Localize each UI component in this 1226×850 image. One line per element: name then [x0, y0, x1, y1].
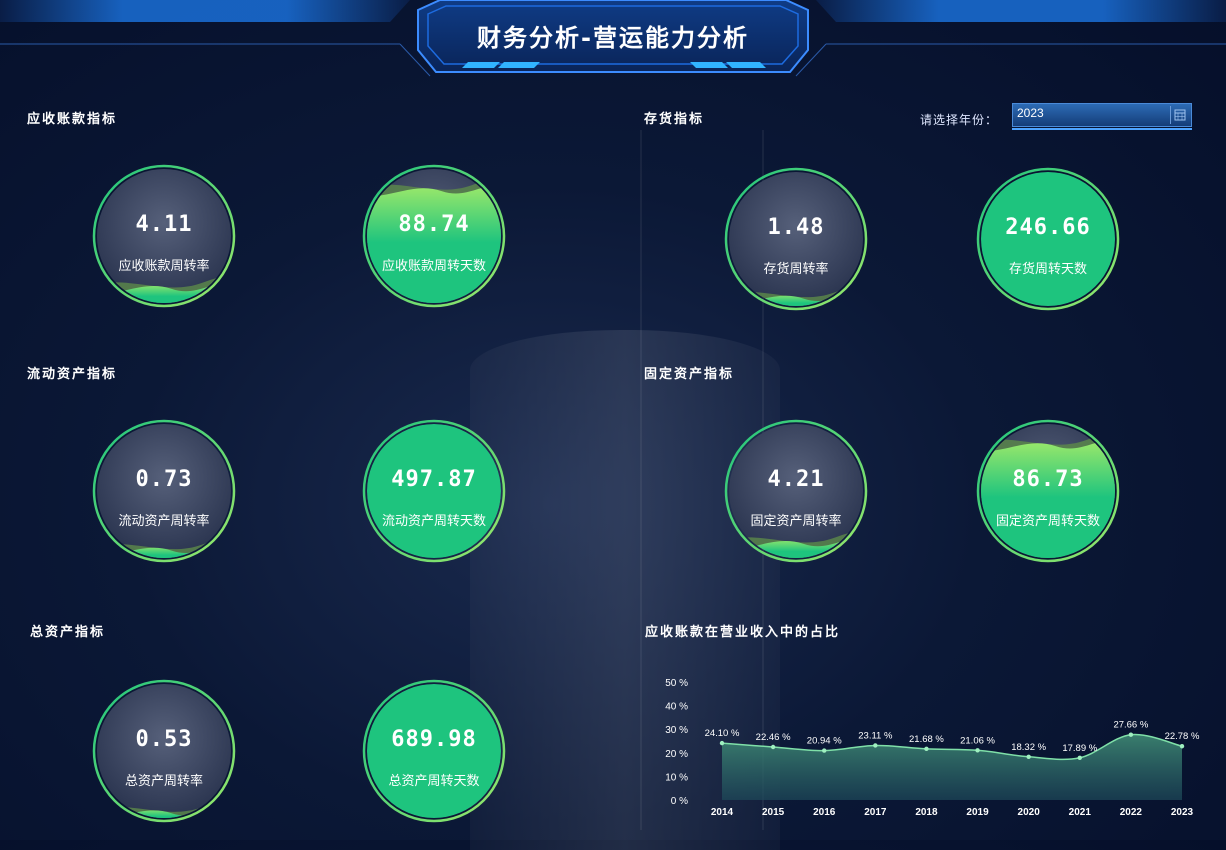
data-point — [975, 748, 980, 753]
x-tick-label: 2016 — [813, 807, 836, 818]
data-label: 24.10 % — [705, 728, 740, 739]
section-title-inventory: 存货指标 — [644, 112, 705, 127]
gauge-label: 固定资产周转率 — [750, 514, 842, 529]
y-tick-label: 0 % — [671, 796, 688, 807]
data-point — [873, 743, 878, 748]
data-point — [719, 740, 725, 746]
data-point — [1026, 754, 1031, 759]
section-title-receivables: 应收账款指标 — [27, 112, 118, 127]
x-tick-label: 2015 — [762, 807, 785, 818]
gauge-value: 86.73 — [1012, 467, 1084, 492]
data-label: 18.32 % — [1011, 742, 1046, 753]
gauge-value: 0.73 — [135, 467, 193, 492]
data-label: 21.68 % — [909, 734, 944, 745]
x-tick-label: 2020 — [1018, 807, 1041, 818]
gauge-current-assets-turnover-rate: 0.73 流动资产周转率 — [88, 415, 240, 567]
x-tick-label: 2018 — [915, 807, 938, 818]
data-point — [924, 746, 929, 752]
year-select-label: 请选择年份： — [920, 113, 999, 127]
gauge-label: 应收账款周转率 — [118, 259, 210, 274]
x-tick-label: 2017 — [864, 807, 887, 818]
x-tick-label: 2022 — [1120, 807, 1143, 818]
data-label: 20.94 % — [807, 736, 842, 747]
gauge-label: 流动资产周转天数 — [381, 514, 486, 529]
gauge-fixed-assets-turnover-rate: 4.21 固定资产周转率 — [720, 415, 872, 567]
gauge-value: 0.53 — [135, 727, 193, 752]
receivables-ratio-chart: 0 % 10 % 20 % 30 % 40 % 50 % 24.10 % 2014 22.46 … — [660, 670, 1220, 830]
section-title-fixed-assets: 固定资产指标 — [644, 367, 735, 382]
data-label: 21.06 % — [960, 735, 995, 746]
data-label: 17.89 % — [1062, 743, 1097, 754]
gauge-label: 流动资产周转率 — [118, 514, 210, 529]
y-tick-label: 40 % — [665, 702, 688, 713]
x-tick-label: 2023 — [1171, 807, 1194, 818]
gauge-value: 88.74 — [398, 212, 470, 237]
year-select-input[interactable]: 2023 — [1012, 103, 1192, 127]
gauge-label: 存货周转天数 — [1008, 262, 1087, 277]
x-tick-label: 2021 — [1069, 807, 1092, 818]
gauge-label: 存货周转率 — [763, 262, 829, 277]
page-title: 财务分析-营运能力分析 — [477, 24, 749, 52]
y-tick-label: 10 % — [665, 772, 688, 783]
gauge-value: 1.48 — [767, 215, 825, 240]
year-select-underline — [1012, 128, 1192, 130]
gauge-label: 总资产周转天数 — [388, 774, 480, 789]
gauge-inventory-turnover-rate: 1.48 存货周转率 — [720, 163, 872, 315]
gauge-label: 总资产周转率 — [124, 774, 203, 789]
gauge-receivable-turnover-days: 88.74 应收账款周转天数 — [358, 160, 510, 312]
section-title-current-assets: 流动资产指标 — [27, 367, 118, 382]
gauge-value: 4.21 — [767, 467, 825, 492]
y-tick-label: 50 % — [665, 678, 688, 689]
y-tick-label: 30 % — [665, 725, 688, 736]
data-point — [822, 748, 827, 753]
gauge-value: 4.11 — [135, 212, 193, 237]
data-point — [1077, 755, 1082, 760]
chart-svg: 0 % 10 % 20 % 30 % 40 % 50 % 24.10 % 2014 22.46 … — [665, 678, 1200, 818]
gauge-receivable-turnover-rate: 4.11 应收账款周转率 — [88, 160, 240, 312]
x-tick-label: 2019 — [966, 807, 989, 818]
gauge-fill — [729, 538, 863, 558]
gauge-total-assets-turnover-rate: 0.53 总资产周转率 — [88, 675, 240, 827]
gauge-value: 497.87 — [391, 467, 477, 492]
data-point — [1128, 732, 1134, 737]
gauge-current-assets-turnover-days: 497.87 流动资产周转天数 — [358, 415, 510, 567]
year-select-value: 2023 — [1017, 106, 1044, 120]
data-label: 27.66 % — [1113, 720, 1148, 731]
x-tick-label: 2014 — [711, 807, 734, 818]
gauge-value: 246.66 — [1005, 215, 1091, 240]
data-label: 23.11 % — [858, 730, 893, 741]
page-header: 财务分析-营运能力分析 — [0, 0, 1226, 80]
data-label: 22.78 % — [1165, 731, 1200, 742]
gauge-fill — [981, 440, 1115, 558]
y-tick-label: 20 % — [665, 749, 688, 760]
chart-area — [722, 734, 1182, 800]
gauge-fixed-assets-turnover-days: 86.73 固定资产周转天数 — [972, 415, 1124, 567]
calendar-icon[interactable] — [1170, 106, 1189, 124]
gauge-fill — [97, 283, 231, 303]
gauge-value: 689.98 — [391, 727, 477, 752]
gauge-inventory-turnover-days: 246.66 存货周转天数 — [972, 163, 1124, 315]
gauge-label: 固定资产周转天数 — [995, 514, 1100, 529]
data-point — [1179, 744, 1185, 749]
data-point — [770, 744, 776, 750]
section-title-chart: 应收账款在营业收入中的占比 — [645, 625, 841, 640]
data-label: 22.46 % — [756, 732, 791, 743]
gauge-fill — [367, 185, 501, 303]
gauge-total-assets-turnover-days: 689.98 总资产周转天数 — [358, 675, 510, 827]
section-title-total-assets: 总资产指标 — [30, 625, 106, 640]
gauge-label: 应收账款周转天数 — [381, 259, 486, 274]
